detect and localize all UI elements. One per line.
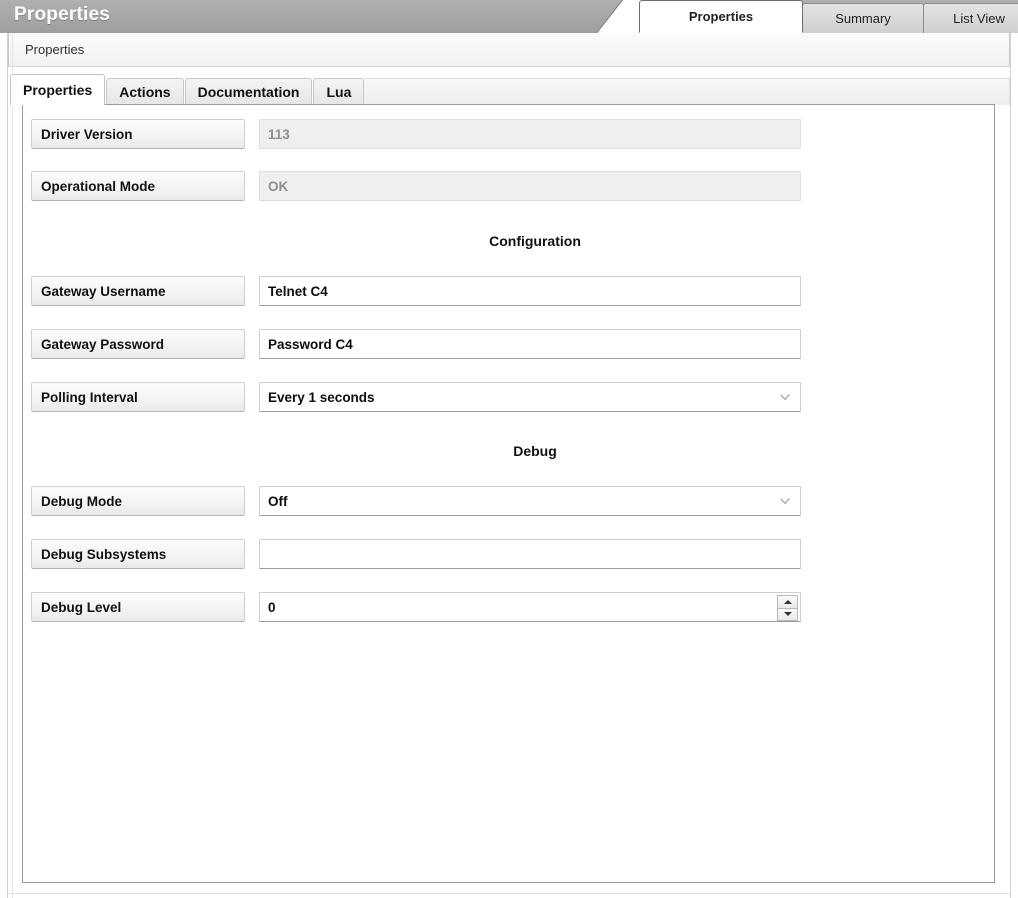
tab-properties[interactable]: Properties — [639, 0, 803, 33]
chevron-down-icon — [778, 390, 792, 404]
row-polling-interval: Polling Interval Every 1 seconds — [23, 382, 994, 412]
select-debug-mode[interactable]: Off — [259, 486, 801, 516]
section-header-configuration: Configuration — [489, 233, 581, 249]
spinner-down-icon[interactable] — [777, 608, 798, 621]
inner-tab-documentation-label: Documentation — [197, 84, 300, 100]
row-operational-mode: Operational Mode OK — [23, 171, 994, 201]
select-polling-interval[interactable]: Every 1 seconds — [259, 382, 801, 412]
window-title: Properties — [14, 4, 110, 25]
stepper-buttons — [777, 595, 798, 621]
properties-window: Properties Properties Summary List View … — [0, 0, 1018, 898]
inner-tab-lua[interactable]: Lua — [313, 78, 365, 105]
triangle-down-glyph — [783, 612, 792, 617]
row-debug-subsystems: Debug Subsystems — [23, 539, 994, 569]
window-rail-left-inner — [12, 33, 13, 898]
label-polling-interval: Polling Interval — [31, 382, 245, 412]
input-debug-subsystems[interactable] — [259, 539, 801, 569]
inner-tab-documentation[interactable]: Documentation — [184, 78, 313, 105]
inner-tab-filler — [364, 78, 1010, 105]
tab-summary[interactable]: Summary — [802, 3, 924, 33]
inner-tab-properties[interactable]: Properties — [10, 74, 106, 105]
breadcrumb[interactable]: Properties — [25, 42, 84, 57]
row-debug-mode: Debug Mode Off — [23, 486, 994, 516]
row-gateway-username: Gateway Username Telnet C4 — [23, 276, 994, 306]
row-driver-version: Driver Version 113 — [23, 119, 994, 149]
label-debug-mode: Debug Mode — [31, 486, 245, 516]
field-operational-mode: OK — [259, 171, 801, 201]
field-driver-version: 113 — [259, 119, 801, 149]
inner-tab-bar: Properties Actions Documentation Lua — [9, 72, 1010, 105]
triangle-up-glyph — [783, 599, 792, 604]
select-polling-interval-value: Every 1 seconds — [268, 389, 375, 405]
label-driver-version: Driver Version — [31, 119, 245, 149]
input-gateway-password[interactable]: Password C4 — [259, 329, 801, 359]
tab-summary-label: Summary — [835, 11, 891, 26]
window-rail-bottom — [8, 893, 1010, 894]
label-gateway-username: Gateway Username — [31, 276, 245, 306]
window-rail-right — [1010, 33, 1011, 898]
select-debug-mode-value: Off — [268, 493, 288, 509]
inner-tab-actions-label: Actions — [119, 84, 171, 100]
stepper-debug-level[interactable]: 0 — [259, 592, 801, 622]
label-gateway-password: Gateway Password — [31, 329, 245, 359]
top-tab-bar: Properties Summary List View — [639, 0, 1018, 33]
properties-content-panel: Driver Version 113 Operational Mode OK C… — [22, 104, 995, 883]
label-debug-subsystems: Debug Subsystems — [31, 539, 245, 569]
inner-tab-properties-label: Properties — [23, 82, 93, 98]
stepper-debug-level-value: 0 — [268, 599, 276, 615]
breadcrumb-bar: Properties — [8, 33, 1010, 67]
label-debug-level: Debug Level — [31, 592, 245, 622]
inner-tab-lua-label: Lua — [326, 84, 352, 100]
tab-list-view[interactable]: List View — [923, 3, 1018, 33]
section-header-debug: Debug — [513, 443, 557, 459]
spinner-up-icon[interactable] — [777, 595, 798, 609]
input-gateway-username[interactable]: Telnet C4 — [259, 276, 801, 306]
inner-tab-actions[interactable]: Actions — [106, 78, 184, 105]
label-operational-mode: Operational Mode — [31, 171, 245, 201]
row-gateway-password: Gateway Password Password C4 — [23, 329, 994, 359]
row-debug-level: Debug Level 0 — [23, 592, 994, 622]
chevron-down-icon — [778, 494, 792, 508]
window-rail-left — [7, 33, 8, 898]
tab-list-view-label: List View — [953, 11, 1005, 26]
tab-properties-label: Properties — [688, 9, 754, 24]
